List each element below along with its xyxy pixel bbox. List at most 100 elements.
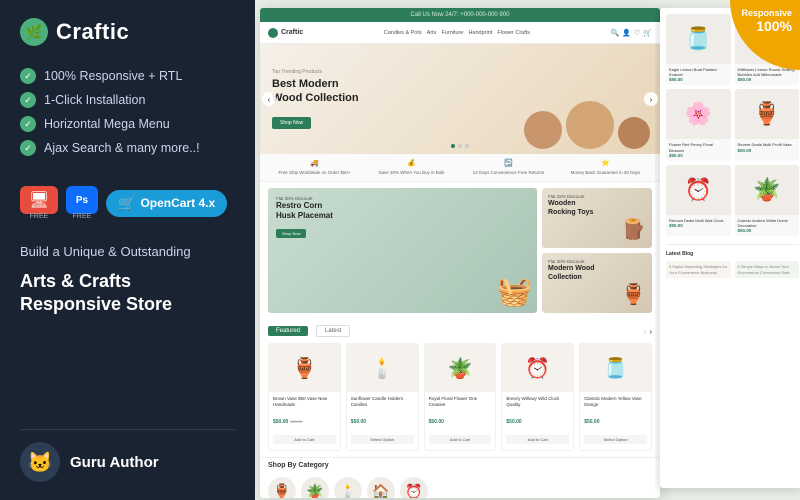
product-info: Brown Vase $50 Vase New Handmade $50.00$… bbox=[269, 392, 340, 450]
hero-cta-button[interactable]: Shop Now bbox=[272, 117, 311, 129]
guarantee-icon: ⭐ bbox=[559, 159, 652, 169]
blog-label: Latest Blog bbox=[666, 251, 799, 257]
products-next-button[interactable]: › bbox=[649, 327, 652, 336]
hero-dot[interactable] bbox=[465, 144, 469, 148]
author-area: 🐱 Guru Author bbox=[20, 429, 235, 482]
right-product-info: Eagle Lemon Boat Painted Enamel $50.00 bbox=[666, 64, 731, 85]
banner-large: Flat 30% Discount Restro CornHusk Placem… bbox=[268, 188, 537, 313]
product-card: 🫙 Classtic Modern Yellow Vase Design $50… bbox=[579, 343, 652, 451]
category-item[interactable]: 🕯️ Candles bbox=[334, 477, 362, 498]
tab-latest[interactable]: Latest bbox=[316, 325, 350, 337]
store-topbar: Call Us Now 24/7: +000-000-000 900 bbox=[260, 8, 660, 22]
right-product-image: 🪴 bbox=[735, 165, 800, 215]
right-product-image: 🌸 bbox=[666, 89, 731, 139]
category-icon: ⏰ bbox=[400, 477, 428, 498]
right-product-info: Flower Red Peony Floral Blossom $50.00 bbox=[666, 139, 731, 160]
add-to-cart-button[interactable]: Add to Cart bbox=[506, 435, 569, 444]
store-nav-icons: 🔍 👤 ♡ 🛒 bbox=[611, 29, 652, 37]
opencart-badge: 🛒 OpenCart 4.x bbox=[106, 190, 227, 217]
logo-text: Craftic bbox=[56, 19, 129, 45]
category-item[interactable]: ⏰ Clocks bbox=[400, 477, 428, 498]
hero-prev-button[interactable]: ‹ bbox=[262, 92, 276, 106]
products-section: Featured Latest ‹ › 🏺 Brown Vase $50 Vas… bbox=[260, 319, 660, 457]
nav-link[interactable]: Handprint bbox=[468, 30, 492, 36]
product-price: $50.00 bbox=[506, 410, 569, 428]
main-preview: Call Us Now 24/7: +000-000-000 900 Craft… bbox=[255, 0, 800, 500]
product-image: 🕯️ bbox=[347, 344, 418, 392]
wishlist-icon[interactable]: ♡ bbox=[634, 29, 640, 37]
user-icon[interactable]: 👤 bbox=[622, 29, 631, 37]
category-item[interactable]: 🏠 Home bbox=[367, 477, 395, 498]
product-name: Brown Vase $50 Vase New Handmade bbox=[273, 396, 336, 408]
feature-guarantee: ⭐ Money Back Guarantee in 30 Days bbox=[559, 159, 652, 176]
responsive-percent: 100% bbox=[756, 19, 792, 33]
nav-link[interactable]: Flower Crafts bbox=[497, 30, 530, 36]
product-info: Royal Floral Flower One Creative $50.00 … bbox=[425, 392, 496, 450]
products-grid: 🏺 Brown Vase $50 Vase New Handmade $50.0… bbox=[268, 343, 652, 451]
right-product-image: 🏺 bbox=[735, 89, 800, 139]
banner-title: Restro CornHusk Placemat bbox=[276, 201, 529, 222]
hero-label: Top Trending Products bbox=[272, 69, 359, 75]
hero-dot[interactable] bbox=[458, 144, 462, 148]
right-product-card: ⏰ Renova Deals Multi Wall Clock $50.00 bbox=[666, 165, 731, 236]
author-avatar: 🐱 bbox=[20, 442, 60, 482]
feature-shipping: 🚚 Free Ship Worldwide on Order $50+ bbox=[268, 159, 361, 176]
logo-area: 🌿 Craftic bbox=[20, 18, 235, 46]
add-to-cart-button[interactable]: Add to Cart bbox=[273, 435, 336, 444]
product-image: 🪴 bbox=[425, 344, 496, 392]
cart-icon[interactable]: 🛒 bbox=[643, 29, 652, 37]
features-list: ✓ 100% Responsive + RTL ✓ 1-Click Instal… bbox=[20, 68, 235, 164]
add-to-cart-button[interactable]: Select Option bbox=[351, 435, 414, 444]
banner-title: Modern WoodCollection bbox=[548, 264, 646, 282]
product-name: Sunflower Candle Holders Candles bbox=[351, 396, 414, 408]
product-price: $50.00 bbox=[584, 410, 647, 428]
products-prev-button[interactable]: ‹ bbox=[644, 327, 647, 336]
nav-link[interactable]: Arts bbox=[427, 30, 437, 36]
store-logo-dot bbox=[268, 28, 278, 38]
description-text: Build a Unique & Outstanding bbox=[20, 242, 235, 262]
banner-image: 🪵 bbox=[548, 217, 646, 242]
store-nav-links: Candles & Pots Arts Furniture Handprint … bbox=[309, 30, 604, 36]
nav-link[interactable]: Furniture bbox=[441, 30, 463, 36]
category-item[interactable]: 🏺 Vases bbox=[268, 477, 296, 498]
right-store: 🫙 Eagle Lemon Boat Painted Enamel $50.00… bbox=[660, 8, 800, 488]
product-name: Classtic Modern Yellow Vase Design bbox=[584, 396, 647, 408]
feature-item: ✓ Horizontal Mega Menu bbox=[20, 116, 235, 132]
nav-link[interactable]: Candles & Pots bbox=[384, 30, 422, 36]
feature-item: ✓ 100% Responsive + RTL bbox=[20, 68, 235, 84]
category-item[interactable]: 🪴 Plants bbox=[301, 477, 329, 498]
tab-featured[interactable]: Featured bbox=[268, 326, 308, 336]
returns-icon: ↩️ bbox=[462, 159, 555, 169]
product-image: 🏺 bbox=[269, 344, 340, 392]
feature-savings: 💰 Save 20% When You Buy in Bulk bbox=[365, 159, 458, 176]
preview-inner: Call Us Now 24/7: +000-000-000 900 Craft… bbox=[255, 0, 800, 500]
logo-icon: 🌿 bbox=[20, 18, 48, 46]
banner-image: 🧺 bbox=[497, 275, 532, 308]
product-info: Breezy Willowy Wild Clock Quality $50.00… bbox=[502, 392, 573, 450]
section-header: Featured Latest ‹ › bbox=[268, 325, 652, 337]
right-product-card: 🏺 Revere Deals Multi Profit Vase $50.00 bbox=[735, 89, 800, 160]
feature-returns: ↩️ 14 Days Convenience Free Returns bbox=[462, 159, 555, 176]
product-card: 🕯️ Sunflower Candle Holders Candles $50.… bbox=[346, 343, 419, 451]
right-product-image: ⏰ bbox=[666, 165, 731, 215]
blog-items: 5 Digital Marketing Strategies for Your … bbox=[666, 261, 799, 278]
hero-next-button[interactable]: › bbox=[644, 92, 658, 106]
product-card: 🪴 Royal Floral Flower One Creative $50.0… bbox=[424, 343, 497, 451]
product-name: Royal Floral Flower One Creative bbox=[429, 396, 492, 408]
banner-small-stack: Flat 25% Discount WoodenRocking Toys 🪵 F… bbox=[542, 188, 652, 313]
hero-dot[interactable] bbox=[451, 144, 455, 148]
right-preview: 🫙 Eagle Lemon Boat Painted Enamel $50.00… bbox=[655, 0, 800, 500]
banner-title: WoodenRocking Toys bbox=[548, 199, 646, 217]
banners-section: Flat 30% Discount Restro CornHusk Placem… bbox=[260, 182, 660, 319]
add-to-cart-button[interactable]: Select Option bbox=[584, 435, 647, 444]
store-navbar: Craftic Candles & Pots Arts Furniture Ha… bbox=[260, 22, 660, 44]
banner-cta[interactable]: Shop Now bbox=[276, 229, 306, 238]
check-icon: ✓ bbox=[20, 116, 36, 132]
category-icon: 🪴 bbox=[301, 477, 329, 498]
add-to-cart-button[interactable]: Add to Cart bbox=[429, 435, 492, 444]
store-hero: Top Trending Products Best ModernWood Co… bbox=[260, 44, 660, 154]
check-icon: ✓ bbox=[20, 92, 36, 108]
store-logo-name: Craftic bbox=[281, 29, 303, 36]
product-card: 🏺 Brown Vase $50 Vase New Handmade $50.0… bbox=[268, 343, 341, 451]
search-icon[interactable]: 🔍 bbox=[611, 29, 620, 37]
